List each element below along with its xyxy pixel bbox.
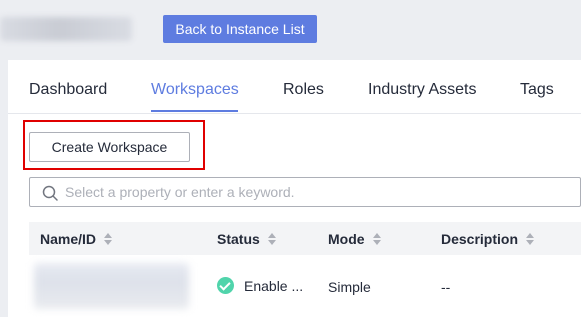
- tab-roles[interactable]: Roles: [283, 81, 324, 99]
- create-workspace-button[interactable]: Create Workspace: [29, 132, 190, 162]
- search-icon: [42, 185, 58, 201]
- table-header: Name/ID Status Mode Description: [29, 222, 581, 255]
- tab-workspaces[interactable]: Workspaces: [151, 81, 239, 99]
- sort-icon[interactable]: [267, 233, 276, 245]
- tab-bar: Dashboard Workspaces Roles Industry Asse…: [8, 60, 581, 114]
- mode-cell: Simple: [328, 279, 371, 295]
- column-label: Description: [441, 231, 519, 247]
- redacted-name-id: [34, 263, 189, 309]
- search-box[interactable]: [29, 177, 581, 207]
- column-header-status[interactable]: Status: [217, 231, 276, 247]
- tab-tags[interactable]: Tags: [520, 81, 554, 99]
- table-row[interactable]: Enable ... Simple --: [29, 255, 581, 317]
- column-header-mode[interactable]: Mode: [328, 231, 381, 247]
- top-bar: Back to Instance List: [0, 0, 581, 58]
- tab-industry-assets[interactable]: Industry Assets: [368, 81, 477, 99]
- column-header-description[interactable]: Description: [441, 231, 535, 247]
- column-header-name-id[interactable]: Name/ID: [40, 231, 113, 247]
- sort-icon[interactable]: [526, 233, 535, 245]
- back-to-instance-list-button[interactable]: Back to Instance List: [163, 15, 317, 43]
- column-label: Status: [217, 231, 260, 247]
- check-circle-icon: [217, 277, 234, 294]
- column-label: Name/ID: [40, 231, 97, 247]
- description-cell: --: [441, 279, 451, 295]
- active-tab-indicator: [151, 110, 238, 112]
- workspaces-panel: Dashboard Workspaces Roles Industry Asse…: [8, 60, 581, 317]
- tabs-divider: [8, 113, 581, 114]
- search-input[interactable]: [65, 178, 575, 206]
- column-label: Mode: [328, 231, 365, 247]
- tab-dashboard[interactable]: Dashboard: [29, 81, 107, 99]
- sort-icon[interactable]: [104, 233, 113, 245]
- redacted-title: [0, 17, 132, 41]
- sort-icon[interactable]: [372, 233, 381, 245]
- status-text: Enable ...: [244, 277, 304, 294]
- status-cell: Enable ...: [217, 277, 303, 294]
